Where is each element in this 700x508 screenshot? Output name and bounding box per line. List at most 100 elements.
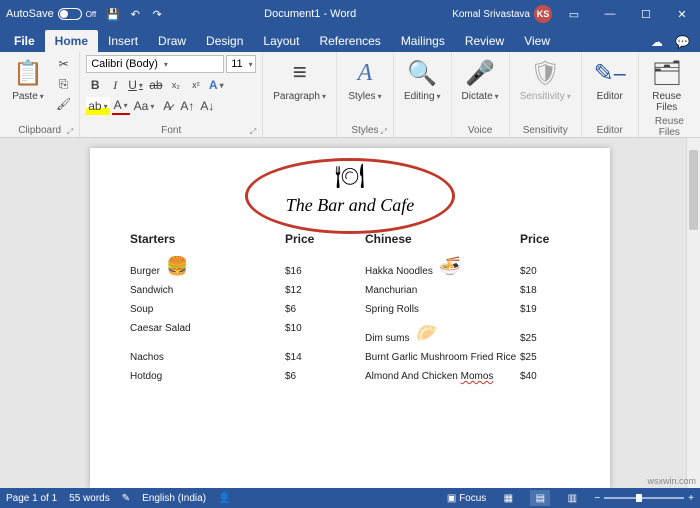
group-font: Calibri (Body)▾ 11▾ B I U▾ ab x₂ x² A▾ a… (80, 52, 263, 137)
sensitivity-icon: 🛡 (530, 57, 560, 89)
autosave-toggle[interactable]: AutoSave Off (0, 8, 102, 20)
read-mode-button[interactable]: ▦ (498, 490, 518, 506)
toggle-off-icon (58, 8, 82, 20)
menu-item[interactable]: Spring Rolls$19 (365, 304, 570, 315)
menu-item[interactable]: Hakka Noodles🍜$20 (365, 256, 570, 277)
font-name-select[interactable]: Calibri (Body)▾ (86, 55, 224, 73)
focus-mode[interactable]: ▣ Focus (447, 493, 486, 504)
clear-format-button[interactable]: A̷ (158, 97, 176, 115)
superscript-button[interactable]: x² (187, 76, 205, 94)
editor-button[interactable]: ✎⎯ Editor (588, 55, 632, 124)
tab-home[interactable]: Home (45, 30, 98, 52)
share-button[interactable]: ☁ (645, 32, 669, 52)
document-area[interactable]: 🍽 The Bar and Cafe Starters Price Burger… (0, 138, 700, 488)
close-button[interactable]: ✕ (664, 0, 700, 28)
item-name: Dim sums (365, 333, 409, 344)
price-header: Price (520, 232, 570, 246)
tab-insert[interactable]: Insert (98, 30, 148, 52)
clipboard-launcher[interactable]: ⤢ (67, 127, 73, 137)
cut-button[interactable]: ✂ (54, 55, 73, 73)
scrollbar-thumb[interactable] (689, 150, 698, 230)
paragraph-button[interactable]: ≡ Paragraph▾ (269, 55, 330, 124)
font-color-button[interactable]: A▾ (112, 97, 130, 115)
zoom-in-button[interactable]: + (688, 493, 694, 504)
copy-button[interactable]: ⎘ (54, 75, 73, 93)
highlight-button[interactable]: ab▾ (86, 97, 109, 115)
font-launcher[interactable]: ⤢ (250, 127, 256, 137)
web-layout-button[interactable]: ▥ (562, 490, 582, 506)
tab-layout[interactable]: Layout (253, 30, 309, 52)
editing-button[interactable]: 🔍 Editing▾ (400, 55, 445, 124)
underline-button[interactable]: U▾ (126, 76, 145, 94)
user-account[interactable]: Komal Srivastava KS (452, 5, 556, 23)
starters-column: Starters Price Burger🍔$16Sandwich$12Soup… (130, 232, 335, 390)
menu-item[interactable]: Sandwich$12 (130, 285, 335, 296)
comments-button[interactable]: 💬 (669, 32, 696, 52)
tab-mailings[interactable]: Mailings (391, 30, 455, 52)
styles-button[interactable]: A Styles▾ (343, 55, 387, 124)
redo-button[interactable]: ↷ (146, 3, 168, 25)
zoom-slider[interactable]: − + (594, 493, 694, 504)
menu-item[interactable]: Dim sums🥟$25 (365, 323, 570, 344)
tab-references[interactable]: References (309, 30, 390, 52)
tab-file[interactable]: File (4, 30, 45, 52)
item-name: Nachos (130, 352, 164, 363)
item-name: Burger (130, 266, 160, 277)
save-button[interactable]: 💾 (102, 3, 124, 25)
vertical-scrollbar[interactable] (686, 138, 700, 488)
zoom-track[interactable] (604, 497, 684, 499)
reuse-files-button[interactable]: 🗂 Reuse Files (645, 55, 689, 115)
group-editing: 🔍 Editing▾ (394, 52, 452, 137)
annotation-oval (245, 158, 455, 234)
maximize-button[interactable]: ☐ (628, 0, 664, 28)
group-voice: 🎤 Dictate▾ Voice (452, 52, 510, 137)
menu-item[interactable]: Caesar Salad$10 (130, 323, 335, 334)
format-painter-button[interactable]: 🖌 (54, 95, 73, 113)
menu-item[interactable]: Burnt Garlic Mushroom Fried Rice$25 (365, 352, 570, 363)
zoom-out-button[interactable]: − (594, 493, 600, 504)
grow-font-button[interactable]: A↑ (178, 97, 196, 115)
spellcheck-icon[interactable]: ✎ (122, 493, 130, 504)
document-page[interactable]: 🍽 The Bar and Cafe Starters Price Burger… (90, 148, 610, 488)
tab-review[interactable]: Review (455, 30, 514, 52)
undo-button[interactable]: ↶ (124, 3, 146, 25)
minimize-button[interactable]: — (592, 0, 628, 28)
zoom-thumb[interactable] (636, 494, 642, 502)
tab-design[interactable]: Design (196, 30, 253, 52)
font-size-select[interactable]: 11▾ (226, 55, 256, 73)
item-price: $25 (520, 333, 570, 344)
menu-item[interactable]: Hotdog$6 (130, 371, 335, 382)
print-layout-button[interactable]: ▤ (530, 490, 550, 506)
shrink-font-button[interactable]: A↓ (198, 97, 216, 115)
menu-tabs: File Home Insert Draw Design Layout Refe… (0, 28, 700, 52)
menu-item[interactable]: Almond And Chicken Momos$40 (365, 371, 570, 382)
status-bar: Page 1 of 1 55 words ✎ English (India) 👤… (0, 488, 700, 508)
page-indicator[interactable]: Page 1 of 1 (6, 493, 57, 504)
strike-button[interactable]: ab (147, 76, 165, 94)
subscript-button[interactable]: x₂ (167, 76, 185, 94)
reuse-files-icon: 🗂 (651, 57, 681, 89)
menu-item[interactable]: Manchurian$18 (365, 285, 570, 296)
menu-item[interactable]: Nachos$14 (130, 352, 335, 363)
item-name: Hotdog (130, 371, 162, 382)
bold-button[interactable]: B (86, 76, 104, 94)
italic-button[interactable]: I (106, 76, 124, 94)
accessibility-icon[interactable]: 👤 (218, 493, 230, 504)
paste-button[interactable]: 📋 Paste▾ (6, 55, 50, 124)
document-header: 🍽 The Bar and Cafe (130, 162, 570, 216)
tab-draw[interactable]: Draw (148, 30, 196, 52)
dictate-button[interactable]: 🎤 Dictate▾ (458, 55, 503, 124)
tab-view[interactable]: View (514, 30, 560, 52)
editor-icon: ✎⎯ (594, 57, 626, 89)
item-name: Caesar Salad (130, 323, 191, 334)
menu-item[interactable]: Soup$6 (130, 304, 335, 315)
change-case-button[interactable]: Aa▾ (132, 97, 157, 115)
menu-item[interactable]: Burger🍔$16 (130, 256, 335, 277)
chinese-column: Chinese Price Hakka Noodles🍜$20Manchuria… (365, 232, 570, 390)
text-effects-button[interactable]: A▾ (207, 76, 226, 94)
language-indicator[interactable]: English (India) (142, 493, 206, 504)
styles-launcher[interactable]: ⤢ (381, 127, 387, 137)
word-count[interactable]: 55 words (69, 493, 110, 504)
autosave-label: AutoSave (6, 8, 54, 20)
ribbon-display-button[interactable]: ▭ (556, 0, 592, 28)
